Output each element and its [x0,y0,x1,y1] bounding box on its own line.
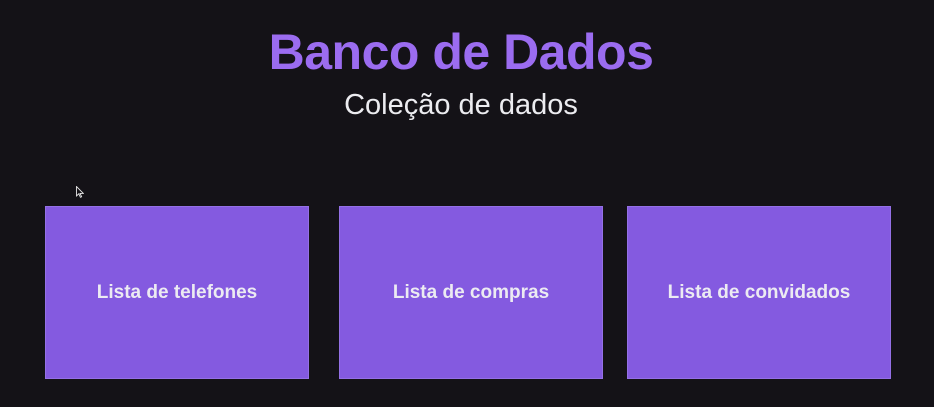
card-lista-convidados[interactable]: Lista de convidados [627,206,891,379]
card-label: Lista de telefones [96,281,258,303]
page-title: Banco de Dados [268,24,654,80]
card-label: Lista de compras [392,281,550,303]
page-subtitle: Coleção de dados [344,89,578,121]
card-lista-compras[interactable]: Lista de compras [339,206,603,379]
card-lista-telefones[interactable]: Lista de telefones [45,206,309,379]
card-label: Lista de convidados [667,281,851,303]
mouse-pointer-icon [76,185,85,198]
